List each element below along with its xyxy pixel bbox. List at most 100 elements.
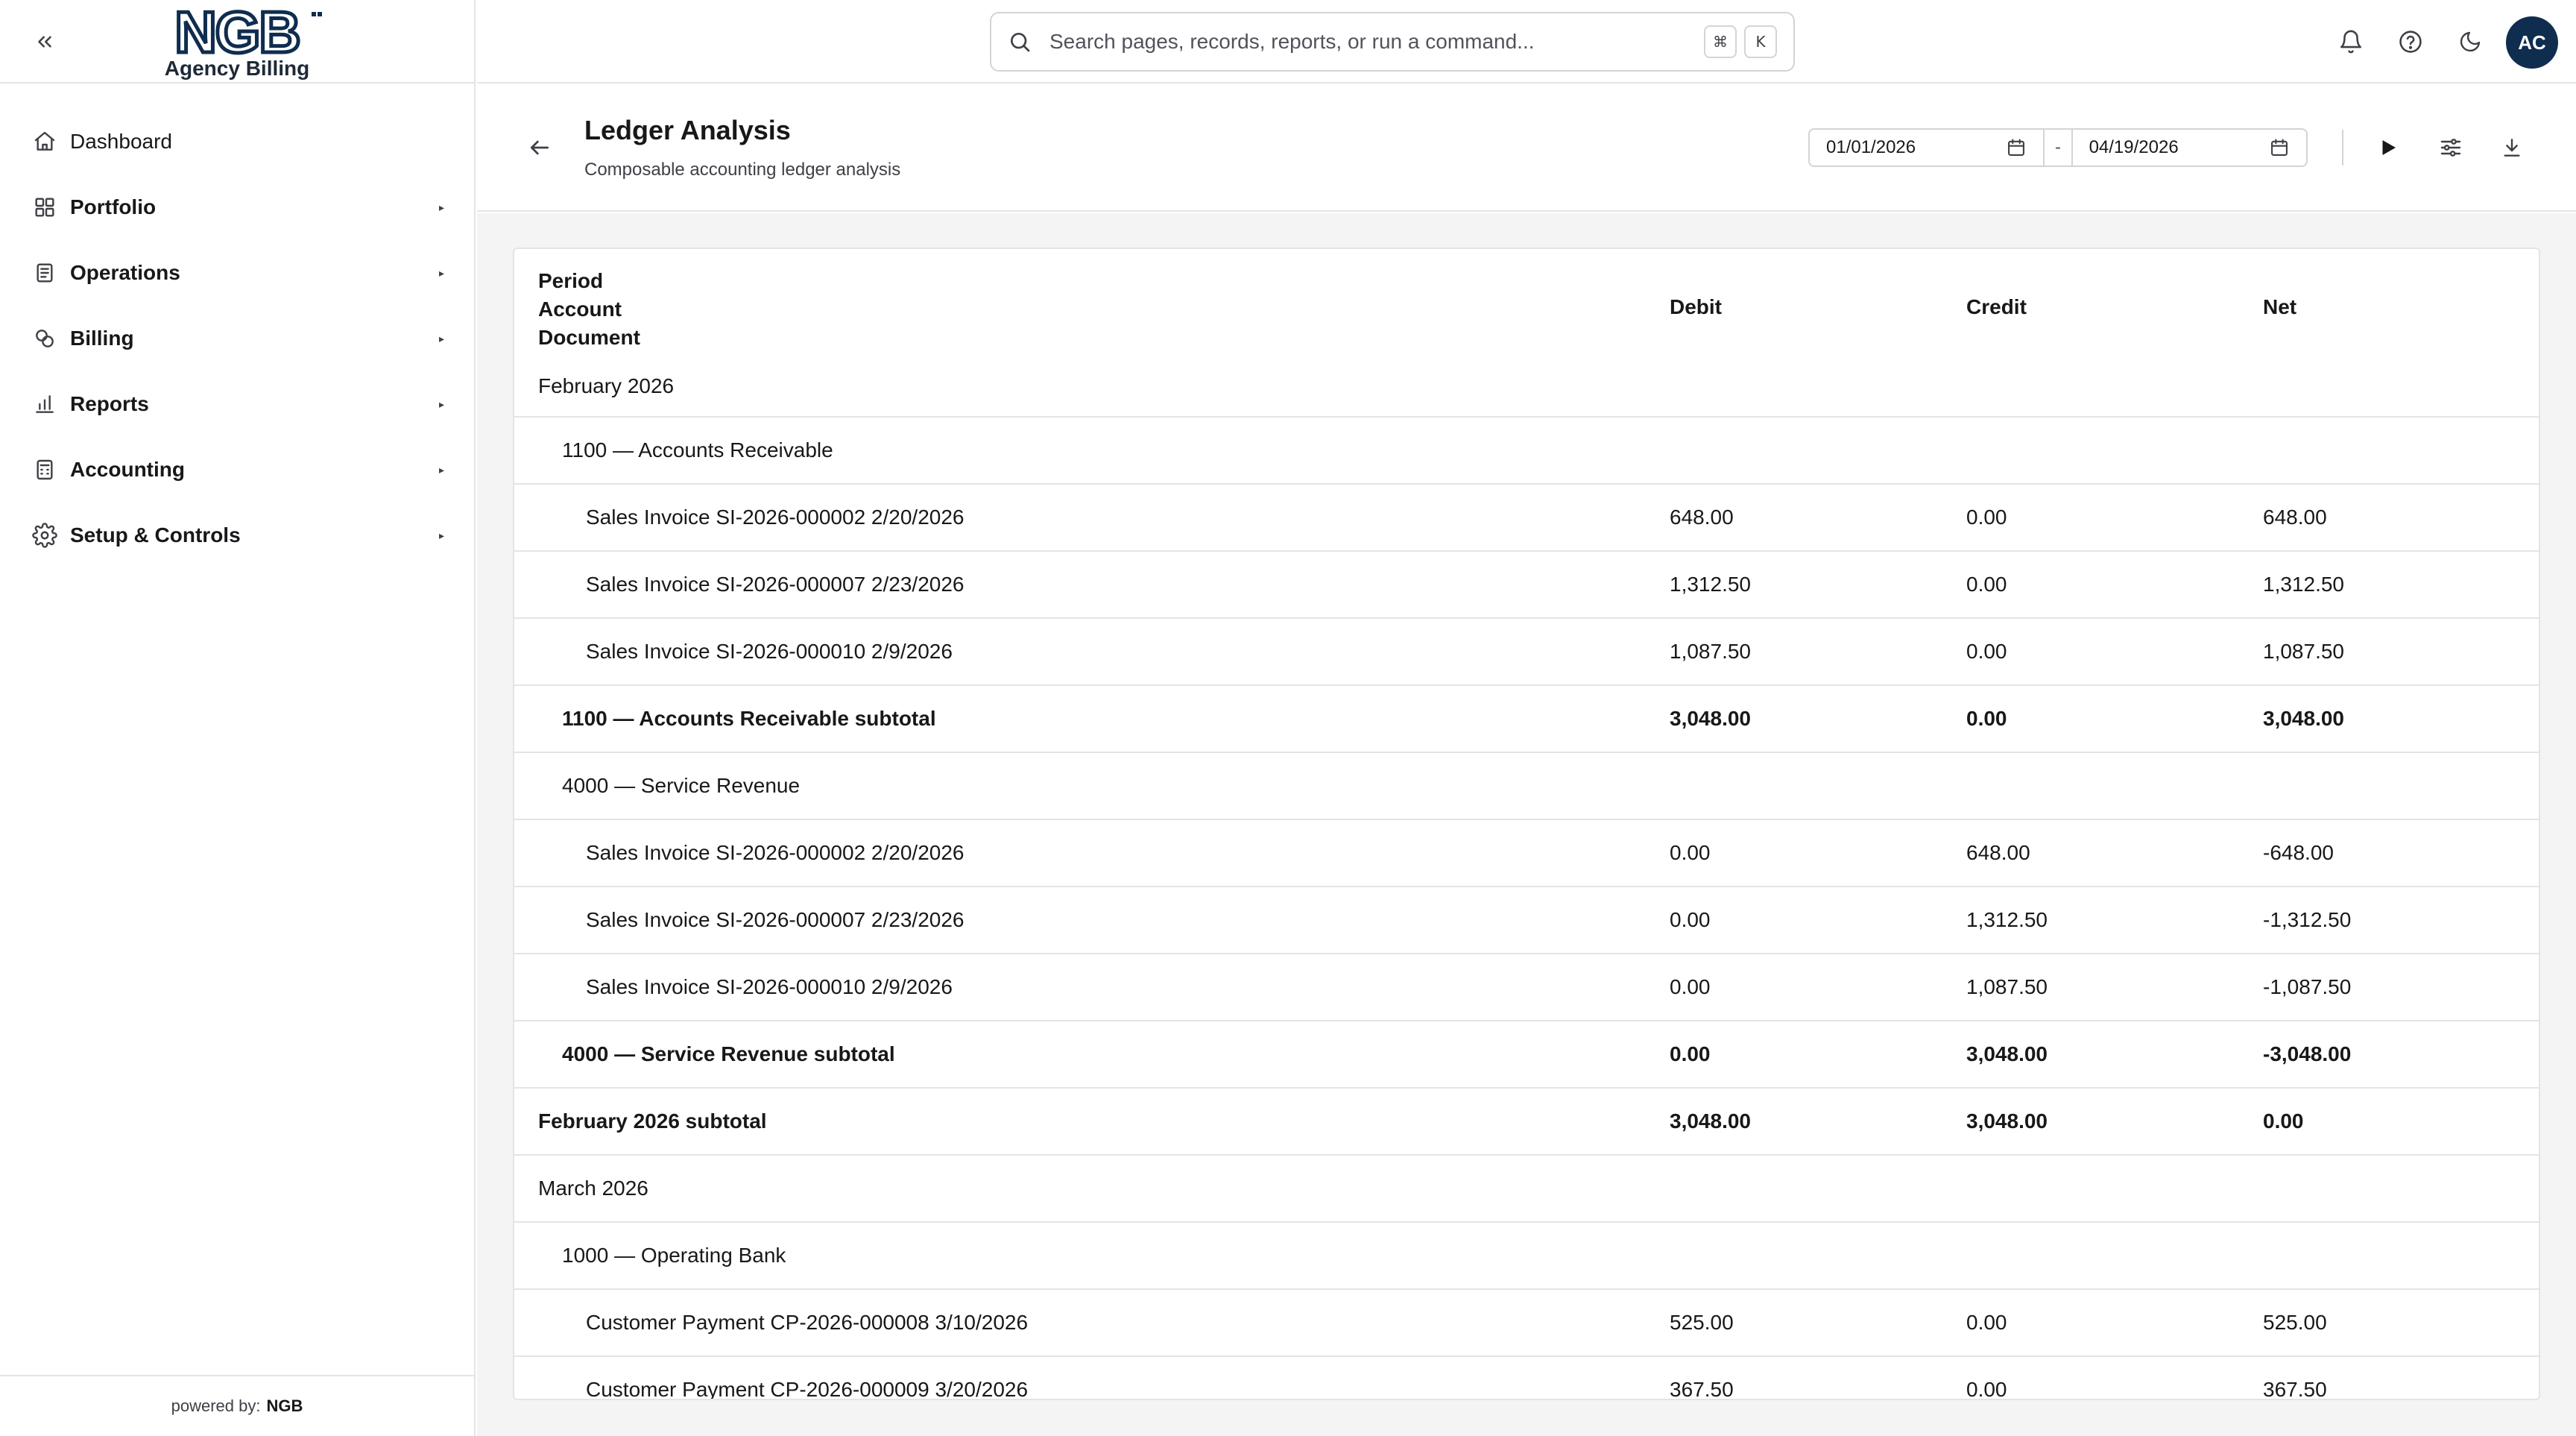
credit-cell: 3,048.00: [1966, 1042, 2048, 1065]
row-label: Sales Invoice SI-2026-000007 2/23/2026: [586, 908, 965, 931]
group-row[interactable]: 1000 — Operating Bank: [514, 1223, 2539, 1290]
row-label: Customer Payment CP-2026-000008 3/10/202…: [586, 1311, 1029, 1334]
sidebar-item-setup-controls[interactable]: Setup & Controls ▸: [0, 503, 474, 568]
caret-right-icon: ▸: [438, 529, 444, 541]
row-label: Sales Invoice SI-2026-000007 2/23/2026: [586, 573, 965, 596]
help-button[interactable]: [2393, 24, 2428, 60]
caret-right-icon: ▸: [438, 333, 444, 344]
sidebar-item-dashboard[interactable]: Dashboard: [0, 109, 474, 174]
calendar-icon[interactable]: [2269, 137, 2290, 158]
sidebar-item-operations[interactable]: Operations ▸: [0, 240, 474, 306]
sidebar-item-label: Setup & Controls: [70, 523, 241, 547]
caret-right-icon: ▸: [438, 267, 444, 279]
table-row[interactable]: Customer Payment CP-2026-000009 3/20/202…: [514, 1357, 2539, 1400]
help-circle-icon: [2399, 31, 2422, 53]
sidebar-item-label: Dashboard: [70, 130, 172, 153]
group-row[interactable]: 1100 — Accounts Receivable: [514, 418, 2539, 485]
debit-cell: 3,048.00: [1670, 1109, 1751, 1133]
collapse-sidebar-button[interactable]: [28, 27, 61, 57]
table-row[interactable]: Sales Invoice SI-2026-000010 2/9/2026 0.0…: [514, 954, 2539, 1021]
table-row[interactable]: Sales Invoice SI-2026-000002 2/20/2026 0.…: [514, 820, 2539, 887]
table-row[interactable]: Sales Invoice SI-2026-000002 2/20/2026 64…: [514, 485, 2539, 552]
powered-by-footer: powered by: NGB: [0, 1375, 474, 1436]
debit-cell: 1,312.50: [1670, 573, 1751, 596]
page-header: Ledger Analysis Composable accounting le…: [477, 84, 2576, 212]
header-credit[interactable]: Credit: [1966, 295, 2027, 319]
row-label: 1100 — Accounts Receivable: [562, 438, 833, 462]
row-label: February 2026 subtotal: [538, 1109, 767, 1133]
table-row[interactable]: Sales Invoice SI-2026-000010 2/9/2026 1,0…: [514, 619, 2539, 686]
header-net[interactable]: Net: [2263, 295, 2296, 319]
date-from-field[interactable]: 01/01/2026: [1810, 130, 2043, 166]
download-button[interactable]: [2494, 130, 2530, 166]
sliders-icon: [2440, 139, 2461, 157]
shortcut-cmd-key: ⌘: [1704, 25, 1737, 58]
footer-brand: NGB: [266, 1396, 303, 1415]
date-range-picker: 01/01/2026 - 04/19/2026: [1808, 128, 2308, 167]
clipboard-icon: [30, 258, 60, 288]
sidebar-item-billing[interactable]: Billing ▸: [0, 306, 474, 371]
grouping-header[interactable]: Period Account Document: [538, 267, 640, 352]
back-button[interactable]: [522, 130, 558, 166]
settings-button[interactable]: [2433, 130, 2469, 166]
download-icon: [2504, 139, 2520, 157]
gear-icon: [30, 520, 60, 550]
row-label: March 2026: [538, 1177, 648, 1200]
caret-right-icon: ▸: [438, 464, 444, 476]
subtotal-row[interactable]: 4000 — Service Revenue subtotal 0.00 3,048…: [514, 1021, 2539, 1089]
svg-text:NGB: NGB: [174, 6, 299, 60]
chevrons-left-icon: [38, 36, 51, 48]
row-label: Sales Invoice SI-2026-000010 2/9/2026: [586, 975, 953, 998]
net-cell: -1,087.50: [2263, 975, 2352, 998]
notifications-button[interactable]: [2333, 24, 2369, 60]
sidebar-item-label: Operations: [70, 261, 180, 284]
date-to-field[interactable]: 04/19/2026: [2073, 130, 2306, 166]
calendar-icon[interactable]: [2006, 137, 2027, 158]
app-logo[interactable]: NGB NGB Agency Billing: [146, 6, 328, 81]
search-icon: [1011, 33, 1030, 52]
search-input[interactable]: Search pages, records, reports, or run a…: [1049, 30, 1696, 54]
table-row[interactable]: Customer Payment CP-2026-000008 3/10/202…: [514, 1290, 2539, 1357]
credit-cell: 3,048.00: [1966, 1109, 2048, 1133]
toolbar-divider: [2342, 130, 2343, 166]
table-body: February 2026 1100 — Accounts Receivable S…: [514, 358, 2539, 1400]
debit-cell: 0.00: [1670, 1042, 1711, 1065]
moon-icon: [2460, 31, 2481, 52]
net-cell: -648.00: [2263, 841, 2334, 864]
ngb-logo-mark: NGB NGB: [173, 6, 322, 60]
sidebar-item-portfolio[interactable]: Portfolio ▸: [0, 174, 474, 240]
sidebar-item-label: Portfolio: [70, 195, 157, 218]
group-row[interactable]: 4000 — Service Revenue: [514, 753, 2539, 820]
header-debit[interactable]: Debit: [1670, 295, 1722, 319]
group-row[interactable]: February 2026: [514, 358, 2539, 418]
net-cell: 3,048.00: [2263, 707, 2344, 730]
subtotal-row[interactable]: February 2026 subtotal 3,048.00 3,048.00 0.…: [514, 1089, 2539, 1156]
table-row[interactable]: Sales Invoice SI-2026-000007 2/23/2026 0.…: [514, 887, 2539, 954]
footer-prefix: powered by:: [171, 1396, 261, 1415]
group-row[interactable]: March 2026: [514, 1156, 2539, 1223]
row-label: 4000 — Service Revenue: [562, 774, 801, 797]
subtotal-row[interactable]: 1100 — Accounts Receivable subtotal 3,048…: [514, 686, 2539, 753]
command-search[interactable]: Search pages, records, reports, or run a…: [990, 12, 1795, 72]
date-to-value: 04/19/2026: [2089, 137, 2179, 157]
bar-chart-icon: [30, 389, 60, 419]
calculator-icon: [30, 455, 60, 485]
caret-right-icon: ▸: [438, 398, 444, 410]
debit-cell: 367.50: [1670, 1378, 1734, 1400]
net-cell: 525.00: [2263, 1311, 2327, 1334]
debit-cell: 3,048.00: [1670, 707, 1751, 730]
shortcut-k-key: K: [1744, 25, 1777, 58]
sidebar-nav: Dashboard Portfolio ▸ Operations ▸ Billi…: [0, 84, 474, 568]
sidebar-item-reports[interactable]: Reports ▸: [0, 371, 474, 437]
table-row[interactable]: Sales Invoice SI-2026-000007 2/23/2026 1,…: [514, 552, 2539, 619]
sidebar: NGB NGB Agency Billing Dashboard Portfol…: [0, 0, 476, 1436]
run-button[interactable]: [2370, 130, 2406, 166]
theme-toggle-button[interactable]: [2452, 24, 2488, 60]
credit-cell: 1,087.50: [1966, 975, 2048, 998]
arrow-left-icon: [531, 140, 549, 155]
row-label: Sales Invoice SI-2026-000010 2/9/2026: [586, 640, 953, 663]
net-cell: 1,087.50: [2263, 640, 2344, 663]
user-avatar[interactable]: AC: [2506, 16, 2558, 69]
sidebar-item-accounting[interactable]: Accounting ▸: [0, 437, 474, 503]
net-cell: -3,048.00: [2263, 1042, 2352, 1065]
